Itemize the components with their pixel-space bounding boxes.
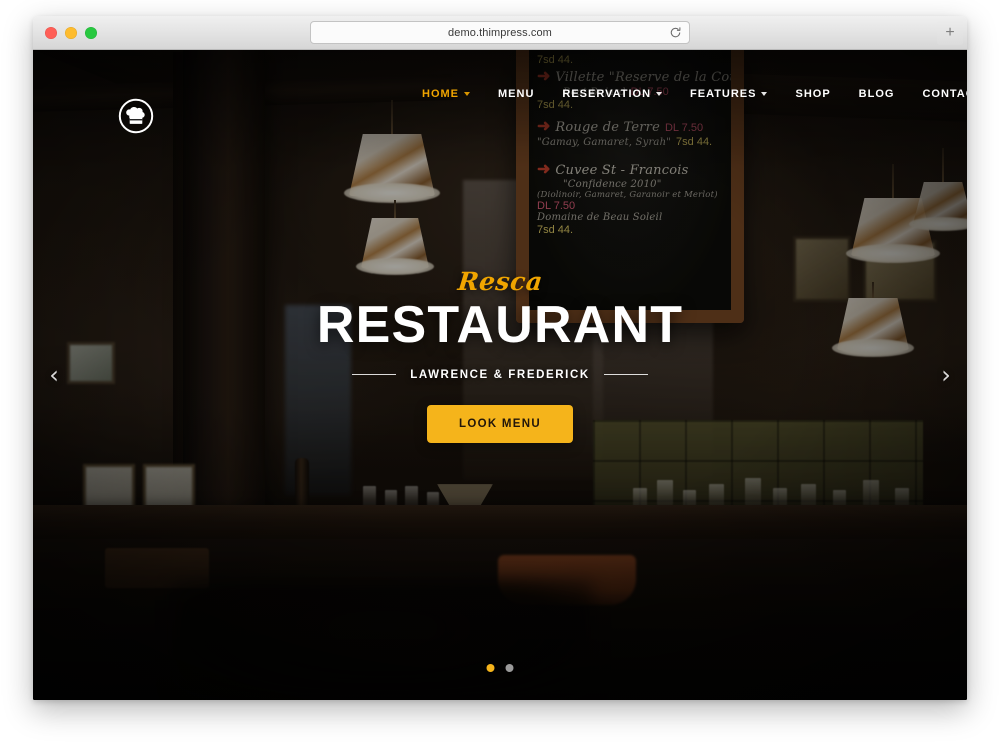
nav-item-shop[interactable]: SHOP	[781, 88, 844, 100]
browser-toolbar: demo.thimpress.com +	[33, 16, 967, 50]
nav-label: FEATURES	[690, 88, 757, 100]
main-navigation: HOME MENU RESERVATION FEATURES SHOP BLOG…	[408, 50, 967, 138]
nav-label: HOME	[422, 88, 459, 100]
page-viewport: 7sd 44. ➜ Villette "Reserve de la Cour" …	[33, 50, 967, 700]
new-tab-label: +	[945, 23, 955, 41]
chevron-down-icon	[464, 92, 470, 96]
hero-content: Resca RESTAURANT LAWRENCE & FREDERICK LO…	[33, 50, 967, 700]
rule-right	[603, 374, 648, 376]
nav-item-home[interactable]: HOME	[408, 88, 484, 100]
address-bar[interactable]: demo.thimpress.com	[310, 21, 690, 44]
slider-next-arrow[interactable]: ›	[933, 358, 959, 392]
rule-left	[352, 374, 397, 376]
chevron-down-icon	[761, 92, 768, 96]
nav-item-blog[interactable]: BLOG	[845, 88, 909, 100]
slider-pagination	[486, 664, 514, 672]
page-title: RESTAURANT	[316, 296, 684, 355]
hero-subtitle-row: LAWRENCE & FREDERICK	[352, 369, 648, 381]
site-header: HOME MENU RESERVATION FEATURES SHOP BLOG…	[33, 50, 967, 138]
reload-icon[interactable]	[669, 26, 682, 39]
chef-hat-logo-icon[interactable]	[118, 98, 154, 134]
nav-label: CONTACT	[922, 88, 967, 100]
hero-script-title: Resca	[456, 267, 544, 297]
hero-subtitle: LAWRENCE & FREDERICK	[410, 368, 590, 381]
nav-item-menu[interactable]: MENU	[484, 88, 548, 100]
url-text: demo.thimpress.com	[448, 26, 552, 39]
nav-label: BLOG	[858, 88, 895, 100]
browser-window: demo.thimpress.com + 7sd 44. ➜ Villette …	[33, 16, 967, 700]
nav-item-features[interactable]: FEATURES	[676, 88, 781, 100]
close-window-button[interactable]	[45, 27, 57, 39]
new-tab-button[interactable]: +	[937, 20, 963, 45]
slider-dot-1[interactable]	[486, 664, 495, 672]
nav-item-reservation[interactable]: RESERVATION	[548, 88, 676, 100]
window-controls	[45, 27, 97, 39]
look-menu-button[interactable]: LOOK MENU	[427, 404, 573, 443]
minimize-window-button[interactable]	[65, 27, 77, 39]
nav-label: MENU	[498, 88, 535, 100]
slider-dot-2[interactable]	[505, 664, 514, 672]
nav-label: SHOP	[795, 88, 831, 100]
zoom-window-button[interactable]	[85, 27, 97, 39]
slider-prev-arrow[interactable]: ‹	[41, 358, 67, 392]
nav-item-contact[interactable]: CONTACT	[908, 88, 967, 100]
chevron-down-icon	[656, 92, 663, 96]
nav-label: RESERVATION	[562, 88, 652, 100]
